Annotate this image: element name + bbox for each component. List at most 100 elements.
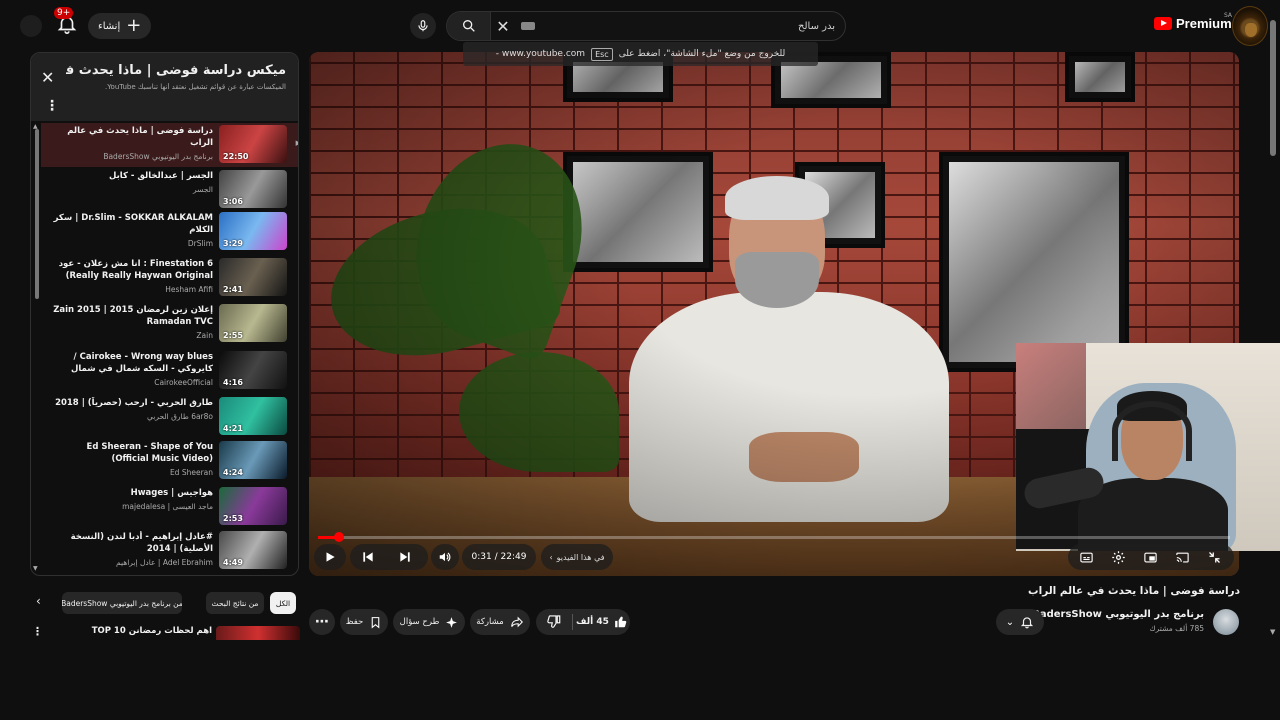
video-thumbnail[interactable]: 4:16 [219,351,287,389]
youtube-play-icon [1154,17,1172,30]
channel-avatar[interactable] [1213,609,1239,635]
playlist-item[interactable]: 4:49 #عادل إبراهيم - أدبا لندن (النسخة ا… [41,529,293,573]
save-label: حفظ [345,617,364,627]
playlist-item[interactable]: 4:16 Cairokee - Wrong way blues / كايروك… [41,349,293,393]
esc-key: Esc [591,47,613,61]
video-title[interactable]: Dr.Slim - SOKKAR ALKALAM | سكر الكلام [53,212,213,236]
more-actions-icon[interactable]: ⋯ [309,609,335,635]
subtitles-button[interactable] [1074,545,1098,569]
search-bar: ✕ بدر سالح [446,11,846,41]
channel-name[interactable]: الجسر [53,185,213,194]
account-avatar[interactable] [20,15,42,37]
video-title[interactable]: دراسة فوضى | ماذا يحدث في عالم الراب [53,125,213,149]
recommendation-more-icon[interactable]: ⋮ [32,625,43,638]
playlist-item[interactable]: 4:21 طارق الحربي - ارحب (حصرياً) | 2018 6… [41,395,293,439]
clear-search-icon[interactable]: ✕ [491,17,515,36]
video-title[interactable]: هواجيس | Hwages [53,487,213,499]
previous-button[interactable] [356,545,380,569]
notifications-button[interactable]: 9+ [54,7,82,39]
channel-name[interactable]: Zain [53,331,213,340]
video-thumbnail[interactable]: 3:06 [219,170,287,208]
channel-name[interactable]: Hesham Afifi [53,285,213,294]
playlist-item[interactable]: 2:41 Finestation 6 : انا مش زعلان - عود … [41,256,293,300]
close-playlist-icon[interactable]: ✕ [41,68,54,87]
channel-name[interactable]: CairokeeOfficial [53,378,213,387]
play-button[interactable] [318,545,342,569]
channel-logo-lion[interactable] [1232,6,1268,46]
channel-name[interactable]: 6ar8o طارق الحربي [53,412,213,421]
channel-name[interactable]: برنامج بدر اليوتيوبي BadersShow [1022,609,1204,620]
save-button[interactable]: حفظ [340,609,388,635]
channel-name[interactable]: Adel Ebrahim | عادل إبراهيم [53,558,213,567]
create-button[interactable]: إنشاء + [88,13,152,39]
video-title[interactable]: Ed Sheeran - Shape of You (Official Musi… [53,441,213,465]
video-thumbnail[interactable]: 2:55 [219,304,287,342]
progress-scrubber[interactable] [333,532,344,542]
channel-name[interactable]: DrSlim [53,239,213,248]
voice-search-button[interactable] [410,13,436,39]
youtube-premium-logo[interactable]: Premium SA [1154,12,1232,31]
subscribed-button[interactable]: ⌄ [996,609,1044,635]
video-title[interactable]: الجسر | عبدالخالق - كابل [53,170,213,182]
playlist-item[interactable]: 4:24 Ed Sheeran - Shape of You (Official… [41,439,293,483]
search-input[interactable]: بدر سالح [535,21,845,32]
channel-name[interactable]: ماجد العيسى | majedalesa [53,502,213,511]
playlist-more-icon[interactable]: ⋮ [45,98,59,114]
playlist-scrollbar[interactable]: ▲ ▼ [33,123,41,573]
share-button[interactable]: مشاركة [470,609,530,635]
keyboard-icon[interactable] [521,22,535,30]
video-thumbnail[interactable]: 2:53 [219,487,287,525]
play-icon [326,552,335,562]
chip-all[interactable]: الكل [270,592,296,614]
chip-search-results[interactable]: من نتائج البحث [206,592,264,614]
ask-button[interactable]: طرح سؤال [393,609,465,635]
video-title[interactable]: طارق الحربي - ارحب (حصرياً) | 2018 [53,397,213,409]
search-icon [462,19,475,32]
video-thumbnail[interactable]: 4:21 [219,397,287,435]
playlist-item[interactable]: ▶ 22:50 دراسة فوضى | ماذا يحدث في عالم ا… [41,123,298,167]
volume-button[interactable] [433,545,457,569]
video-thumbnail[interactable]: 22:50 [219,125,287,163]
video-thumbnail[interactable]: 4:49 [219,531,287,569]
playlist-item[interactable]: 3:29 Dr.Slim - SOKKAR ALKALAM | سكر الكل… [41,210,293,254]
playlist-item[interactable]: 2:55 إعلان زين لرمضان 2015 | Zain 2015 R… [41,302,293,346]
channel-name[interactable]: برنامج بدر اليوتيوبي BadersShow [53,152,213,161]
chevron-left-icon[interactable]: ‹ [36,594,41,608]
settings-button[interactable] [1106,545,1130,569]
video-title[interactable]: #عادل إبراهيم - أدبا لندن (النسخة الأصلي… [53,531,213,555]
plus-icon: + [126,15,142,36]
search-button[interactable] [447,12,491,40]
chevron-right-icon: › [549,552,553,562]
recommendation-thumbnail[interactable] [216,626,300,640]
chip-from-channel[interactable]: من برنامج بدر اليوتيوبي BadersShow [62,592,182,614]
like-button[interactable]: 45 ألف [576,609,628,635]
video-title[interactable]: إعلان زين لرمضان 2015 | Zain 2015 Ramada… [53,304,213,328]
dislike-button[interactable] [546,614,561,629]
channel-name-text[interactable]: برنامج بدر اليوتيوبي BadersShow [1032,609,1204,620]
video-thumbnail[interactable]: 2:41 [219,258,287,296]
playlist-item[interactable]: 3:06 الجسر | عبدالخالق - كابل الجسر [41,168,293,212]
share-label: مشاركة [476,617,504,627]
recommendation-title[interactable]: اهم لحظات رمضانن TOP 10 [88,626,212,636]
recommendation-item[interactable]: ⋮ اهم لحظات رمضانن TOP 10 [30,624,300,640]
like-count: 45 ألف [576,617,609,627]
exit-fullscreen-button[interactable] [1202,545,1226,569]
progress-bar[interactable] [318,532,1230,542]
playlist-title[interactable]: ميكس دراسة فوضى | ماذا يحدث فـ... [66,63,286,78]
scroll-down-icon[interactable]: ▼ [33,565,38,572]
next-button[interactable] [393,545,417,569]
video-title[interactable]: Cairokee - Wrong way blues / كايروكي - ا… [53,351,213,375]
miniplayer-button[interactable] [1138,545,1162,569]
video-title[interactable]: Finestation 6 : انا مش زعلان - عود Reall… [53,258,213,282]
chapter-button[interactable]: في هذا الفيديو › [541,544,613,570]
channel-name[interactable]: Ed Sheeran [53,468,213,477]
playlist-item[interactable]: 2:53 هواجيس | Hwages ماجد العيسى | majeda… [41,485,293,529]
video-thumbnail[interactable]: 4:24 [219,441,287,479]
cast-button[interactable] [1170,545,1194,569]
playlist-panel: ✕ ⋮ ميكس دراسة فوضى | ماذا يحدث فـ... ال… [30,52,299,576]
playlist-scroll-thumb[interactable] [35,129,39,299]
chapter-label: في هذا الفيديو [556,552,605,562]
video-thumbnail[interactable]: 3:29 [219,212,287,250]
page-scrollbar[interactable] [1270,20,1276,156]
page-scroll-down-icon[interactable]: ▼ [1270,628,1275,636]
